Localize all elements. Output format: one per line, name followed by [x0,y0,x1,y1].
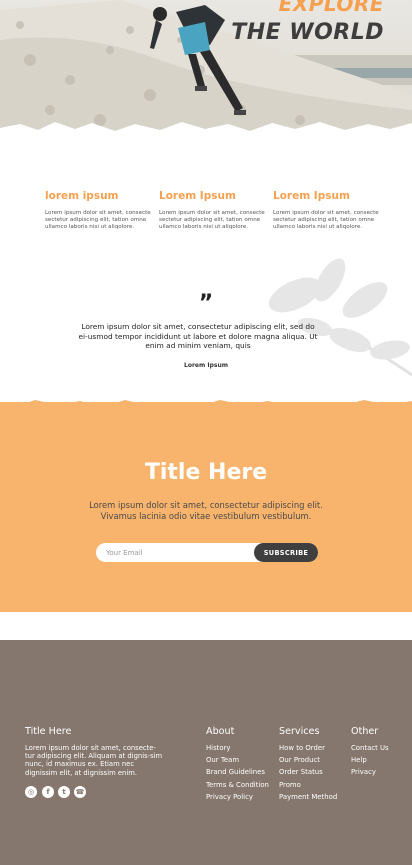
feature-text: Lorem ipsum dolor sit amet, consecte sec… [273,210,379,230]
footer-link-privacy-policy[interactable]: Privacy Policy [206,791,269,803]
torn-edge-bottom [0,600,412,612]
footer-link-our-product[interactable]: Our Product [279,754,337,766]
feature-card-3: Lorem Ipsum Lorem ipsum dolor sit amet, … [273,190,385,231]
torn-edge-top [0,400,412,412]
subscribe-button[interactable]: SUBSCRIBE [254,543,318,562]
feature-title: Lorem Ipsum [159,190,236,202]
footer-link-terms[interactable]: Terms & Condition [206,779,269,791]
footer-link-payment-method[interactable]: Payment Method [279,791,337,803]
footer-brand-text: Lorem ipsum dolor sit amet, consecte-tur… [25,744,163,777]
facebook-icon[interactable]: f [42,786,54,798]
hero-banner: EXPLORE THE WORLD [0,0,412,140]
footer-link-help[interactable]: Help [351,754,389,766]
footer-torn-edge [0,640,412,651]
footer-link-order-status[interactable]: Order Status [279,766,337,778]
footer-column-title-services: Services [279,726,320,737]
footer-link-contact-us[interactable]: Contact Us [351,742,389,754]
footer-links-about: History Our Team Brand Guidelines Terms … [206,742,269,803]
twitter-icon[interactable]: t [58,786,70,798]
testimonial-author: Lorem Ipsum [184,362,228,369]
footer-link-history[interactable]: History [206,742,269,754]
footer-link-our-team[interactable]: Our Team [206,754,269,766]
feature-title: lorem ipsum [45,190,119,202]
footer-link-how-to-order[interactable]: How to Order [279,742,337,754]
feature-card-2: Lorem Ipsum Lorem ipsum dolor sit amet, … [159,190,271,231]
footer-links-services: How to Order Our Product Order Status Pr… [279,742,337,803]
feature-text: Lorem ipsum dolor sit amet, consecte sec… [159,210,265,230]
email-input[interactable] [106,543,246,562]
footer-column-title-other: Other [351,726,379,737]
footer-column-title-about: About [206,726,235,737]
footer-link-brand-guidelines[interactable]: Brand Guidelines [206,766,269,778]
instagram-icon[interactable]: ◎ [25,786,37,798]
feature-text: Lorem ipsum dolor sit amet, consecte sec… [45,210,151,230]
whatsapp-icon[interactable]: ☎ [74,786,86,798]
footer-link-privacy[interactable]: Privacy [351,766,389,778]
newsletter-title: Title Here [144,460,268,485]
quote-mark-icon: ” [198,291,214,316]
newsletter-form: SUBSCRIBE [96,543,318,562]
feature-card-1: lorem ipsum Lorem ipsum dolor sit amet, … [45,190,157,231]
feature-title: Lorem Ipsum [273,190,350,202]
testimonial-text: Lorem ipsum dolor sit amet, consectetur … [78,322,318,350]
footer-link-promo[interactable]: Promo [279,779,337,791]
footer-brand-title: Title Here [25,726,72,737]
footer-links-other: Contact Us Help Privacy [351,742,389,779]
hero-title-explore: EXPLORE [278,0,384,16]
newsletter-subtitle: Lorem ipsum dolor sit amet, consectetur … [89,500,323,521]
hero-title-the-world: THE WORLD [231,20,384,45]
